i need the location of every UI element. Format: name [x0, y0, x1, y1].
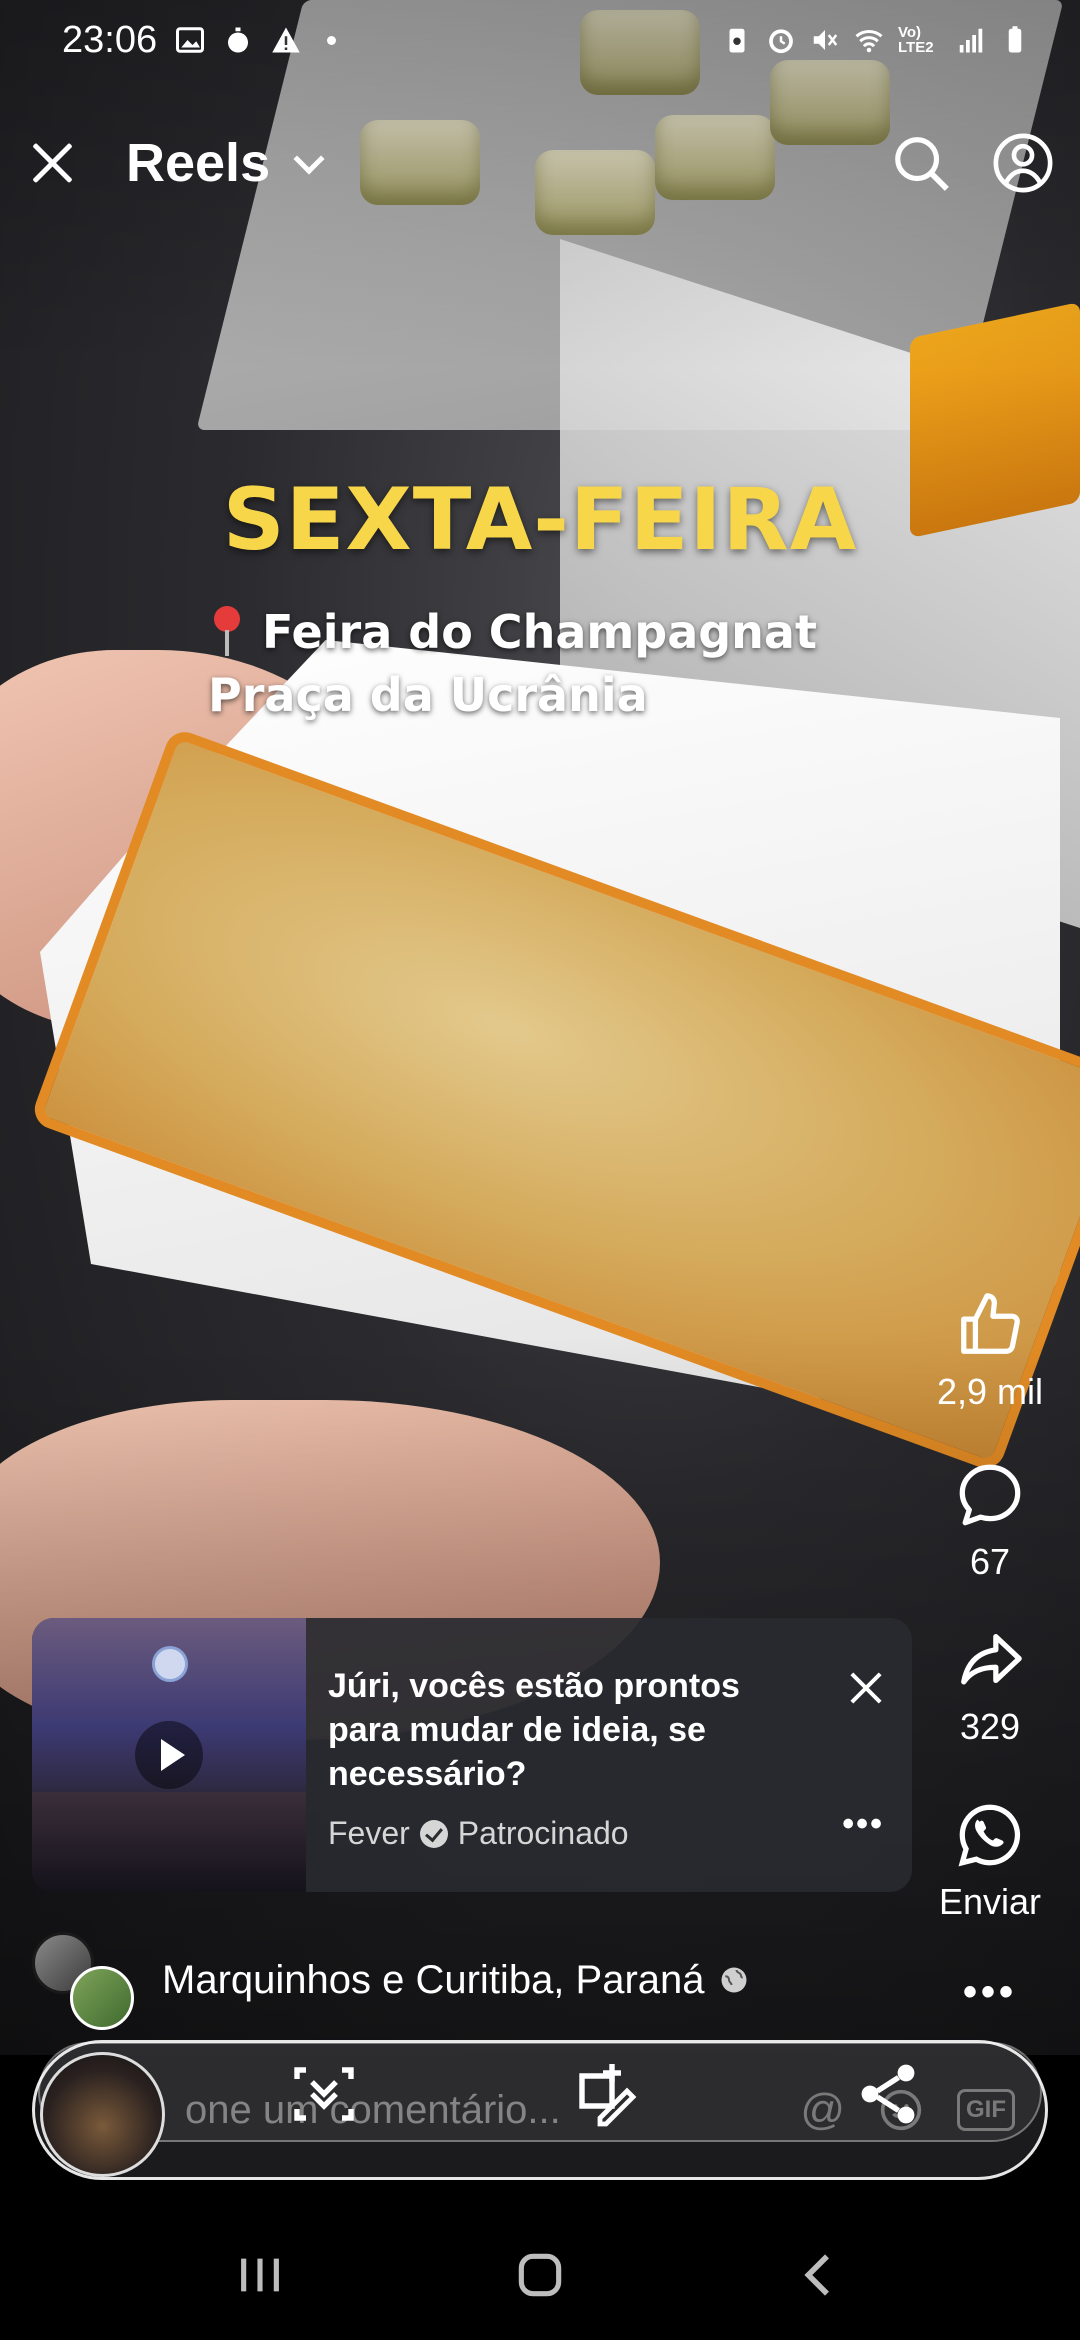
close-ad-icon[interactable]: [848, 1670, 884, 1706]
signal-icon: [959, 28, 983, 53]
video-headline: SEXTA-FEIRA: [222, 470, 858, 570]
gallery-icon: [176, 27, 205, 53]
status-time: 23:06: [62, 18, 158, 61]
play-icon[interactable]: [135, 1721, 203, 1789]
video-location-line1: Feira do Champagnat: [210, 605, 817, 659]
ad-thumbnail[interactable]: [32, 1618, 306, 1892]
video-location-line2: Praça da Ucrânia: [208, 668, 648, 722]
send-label: Enviar: [938, 1881, 1042, 1922]
profile-icon[interactable]: [992, 132, 1054, 194]
comment-count: 67: [969, 1541, 1011, 1582]
battery-icon: [1008, 26, 1022, 53]
scroll-capture-icon[interactable]: [288, 2058, 360, 2130]
home-icon[interactable]: [512, 2247, 568, 2303]
ad-sponsored-label: Patrocinado: [457, 1815, 629, 1851]
network-label: Vo) LTE2: [898, 24, 934, 56]
back-icon[interactable]: [792, 2247, 848, 2303]
wifi-icon: [855, 29, 883, 53]
warning-icon: [272, 27, 300, 53]
mute-icon: [813, 30, 838, 50]
floating-toolbar: [38, 2042, 1042, 2142]
timer-icon: [228, 27, 249, 53]
sponsored-card[interactable]: Júri, vocês estão prontos para mudar de …: [32, 1618, 912, 1892]
ad-more-icon[interactable]: •••: [842, 1805, 884, 1844]
like-count: 2,9 mil: [936, 1371, 1044, 1412]
video-location-text: Feira do Champagnat: [262, 605, 817, 659]
reels-header: Reels: [26, 118, 1054, 208]
search-icon[interactable]: [890, 132, 952, 194]
chevron-down-icon[interactable]: [293, 143, 325, 175]
share-action[interactable]: 329: [900, 1625, 1080, 1748]
whatsapp-icon[interactable]: [955, 1800, 1025, 1870]
dot-icon: [327, 35, 337, 45]
system-nav-bar: [0, 2210, 1080, 2340]
author-row[interactable]: Marquinhos e Curitiba, Paraná: [32, 1930, 1032, 2030]
ad-title[interactable]: Júri, vocês estão prontos para mudar de …: [328, 1664, 798, 1796]
battery-saver-icon: [729, 28, 745, 53]
status-bar: 23:06 Vo) LTE2: [0, 0, 1080, 80]
like-action[interactable]: 2,9 mil: [900, 1290, 1080, 1413]
ad-advertiser[interactable]: Fever: [328, 1815, 410, 1852]
recent-apps-icon[interactable]: [232, 2247, 288, 2303]
ad-thumb-logo: [152, 1646, 188, 1682]
screenshot-thumbnail[interactable]: [40, 2052, 165, 2177]
comment-action[interactable]: 67: [900, 1460, 1080, 1583]
like-icon[interactable]: [955, 1290, 1025, 1360]
author-name[interactable]: Marquinhos e Curitiba, Paraná: [162, 1958, 705, 2003]
ad-thumb-crowd: [32, 1792, 306, 1892]
send-action[interactable]: Enviar: [900, 1800, 1080, 1923]
pin-icon: [210, 606, 244, 658]
reels-title[interactable]: Reels: [126, 132, 270, 194]
author-avatars[interactable]: [32, 1930, 142, 2030]
verified-icon: [419, 1819, 448, 1848]
edit-crop-icon[interactable]: [570, 2058, 642, 2130]
share-arrow-icon[interactable]: [955, 1625, 1025, 1695]
share-count: 329: [959, 1706, 1021, 1747]
comment-icon[interactable]: [955, 1460, 1025, 1530]
close-icon[interactable]: [26, 137, 78, 189]
alarm-icon: [769, 29, 793, 54]
globe-icon: [721, 1967, 747, 1993]
avatar[interactable]: [70, 1966, 134, 2030]
share-icon[interactable]: [852, 2058, 924, 2130]
